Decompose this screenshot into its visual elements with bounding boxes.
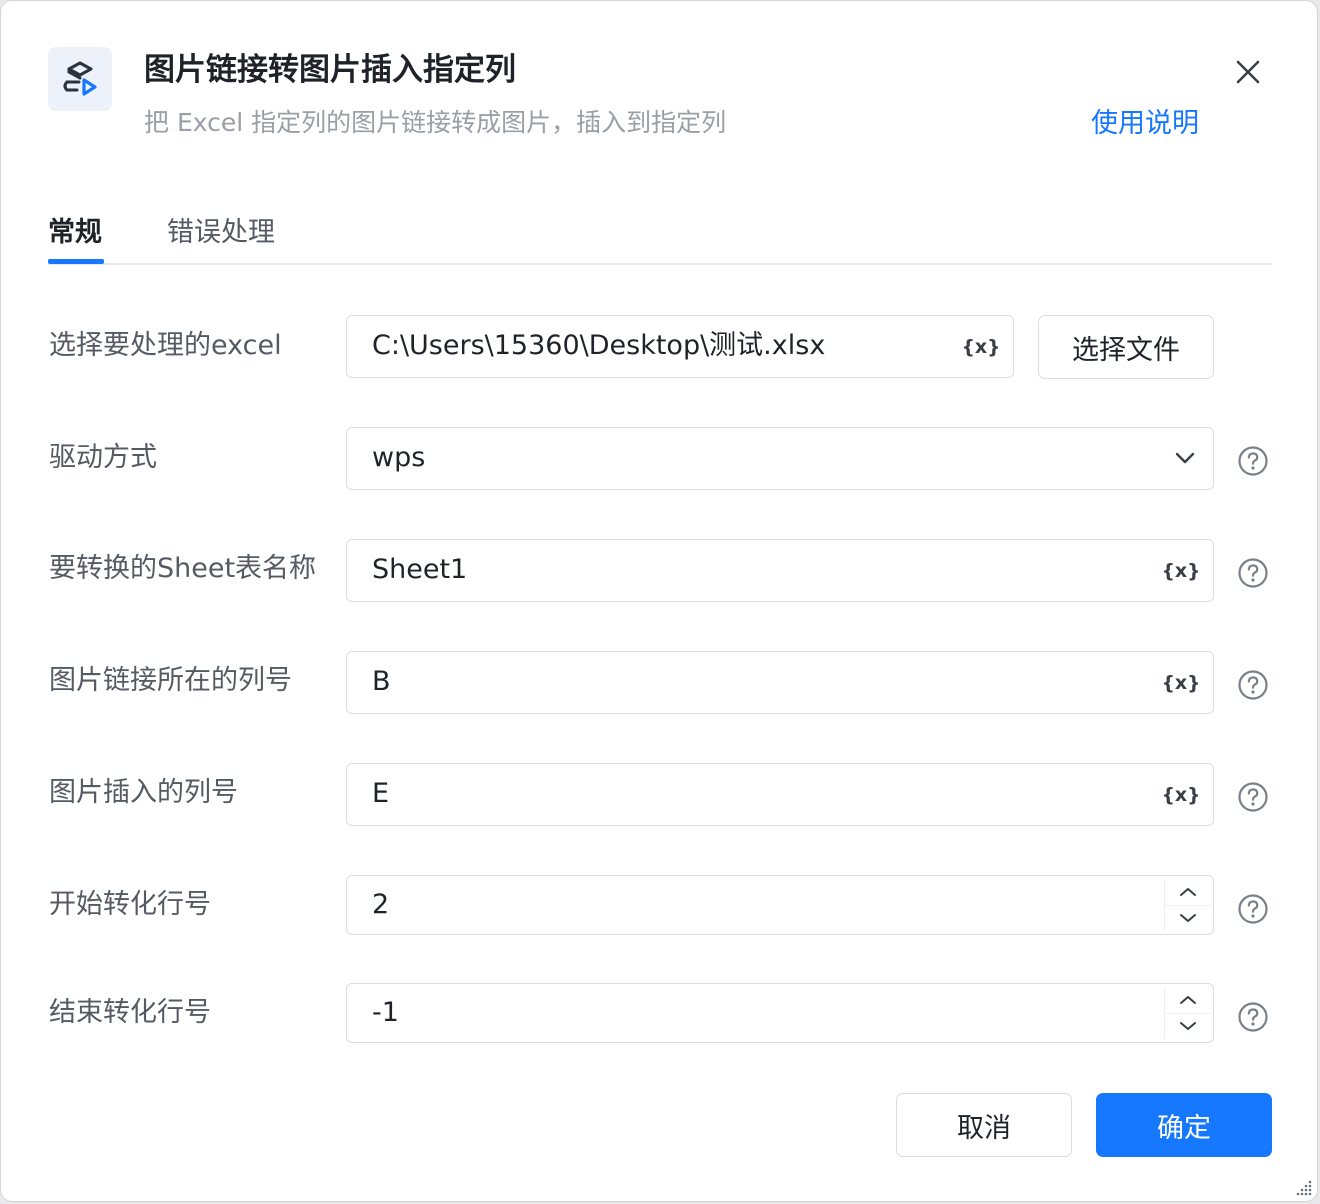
help-icon[interactable]: [1237, 445, 1269, 477]
excel-image-insert-icon: [48, 47, 112, 111]
end-row-input[interactable]: -1: [346, 983, 1214, 1043]
svg-text:{x}: {x}: [1164, 560, 1198, 582]
link-column-value: B: [372, 666, 391, 697]
help-icon[interactable]: [1237, 893, 1269, 925]
stepper-up-button[interactable]: [1165, 879, 1211, 906]
close-button[interactable]: [1229, 53, 1267, 91]
svg-text:{x}: {x}: [964, 336, 998, 358]
dialog-title: 图片链接转图片插入指定列: [144, 52, 516, 88]
cancel-button[interactable]: 取消: [896, 1093, 1072, 1157]
excel-file-value: C:\Users\15360\Desktop\测试.xlsx: [372, 330, 826, 361]
stepper-down-button[interactable]: [1165, 906, 1211, 932]
stepper-up-button[interactable]: [1165, 987, 1211, 1014]
chevron-down-icon: [1180, 914, 1196, 923]
sheet-name-value: Sheet1: [372, 554, 468, 585]
dialog: 图片链接转图片插入指定列 把 Excel 指定列的图片链接转成图片，插入到指定列…: [0, 0, 1318, 1202]
end-row-label: 结束转化行号: [49, 997, 211, 1028]
insert-column-label: 图片插入的列号: [49, 777, 238, 808]
driver-label: 驱动方式: [49, 442, 157, 473]
driver-select[interactable]: wps: [346, 427, 1214, 490]
chevron-down-icon: [1175, 452, 1195, 464]
help-icon[interactable]: [1237, 669, 1269, 701]
help-icon[interactable]: [1237, 557, 1269, 589]
close-icon: [1236, 60, 1260, 84]
chevron-up-icon: [1180, 995, 1196, 1004]
chevron-down-icon: [1180, 1022, 1196, 1031]
svg-text:{x}: {x}: [1164, 672, 1198, 694]
sheet-name-label: 要转换的Sheet表名称: [49, 553, 317, 584]
link-column-input[interactable]: B {x}: [346, 651, 1214, 714]
excel-file-label: 选择要处理的excel: [49, 330, 282, 361]
quantity-stepper: [1164, 879, 1211, 931]
excel-file-input[interactable]: C:\Users\15360\Desktop\测试.xlsx {x}: [346, 315, 1014, 378]
tab-general[interactable]: 常规: [48, 213, 102, 253]
variable-icon[interactable]: {x}: [1164, 666, 1198, 698]
link-column-label: 图片链接所在的列号: [49, 665, 292, 696]
insert-column-value: E: [372, 778, 390, 809]
start-row-input[interactable]: 2: [346, 875, 1214, 935]
dialog-subtitle: 把 Excel 指定列的图片链接转成图片，插入到指定列: [144, 108, 727, 137]
tab-error-handling[interactable]: 错误处理: [167, 213, 275, 253]
quantity-stepper: [1164, 987, 1211, 1039]
select-file-button[interactable]: 选择文件: [1038, 315, 1214, 379]
start-row-label: 开始转化行号: [49, 889, 211, 920]
driver-value: wps: [372, 442, 426, 473]
sheet-name-input[interactable]: Sheet1 {x}: [346, 539, 1214, 602]
confirm-button[interactable]: 确定: [1096, 1093, 1272, 1157]
variable-icon[interactable]: {x}: [1164, 778, 1198, 810]
stepper-down-button[interactable]: [1165, 1014, 1211, 1040]
variable-icon[interactable]: {x}: [1164, 554, 1198, 586]
tab-bar: 常规 错误处理: [48, 201, 1272, 265]
help-icon[interactable]: [1237, 781, 1269, 813]
help-icon[interactable]: [1237, 1001, 1269, 1033]
end-row-value: -1: [372, 997, 399, 1028]
active-tab-indicator: [48, 259, 104, 264]
svg-text:{x}: {x}: [1164, 784, 1198, 806]
insert-column-input[interactable]: E {x}: [346, 763, 1214, 826]
usage-instructions-link[interactable]: 使用说明: [1091, 105, 1199, 143]
start-row-value: 2: [372, 889, 390, 920]
resize-grip-icon[interactable]: [1295, 1179, 1313, 1197]
variable-icon[interactable]: {x}: [964, 330, 998, 362]
chevron-up-icon: [1180, 887, 1196, 896]
